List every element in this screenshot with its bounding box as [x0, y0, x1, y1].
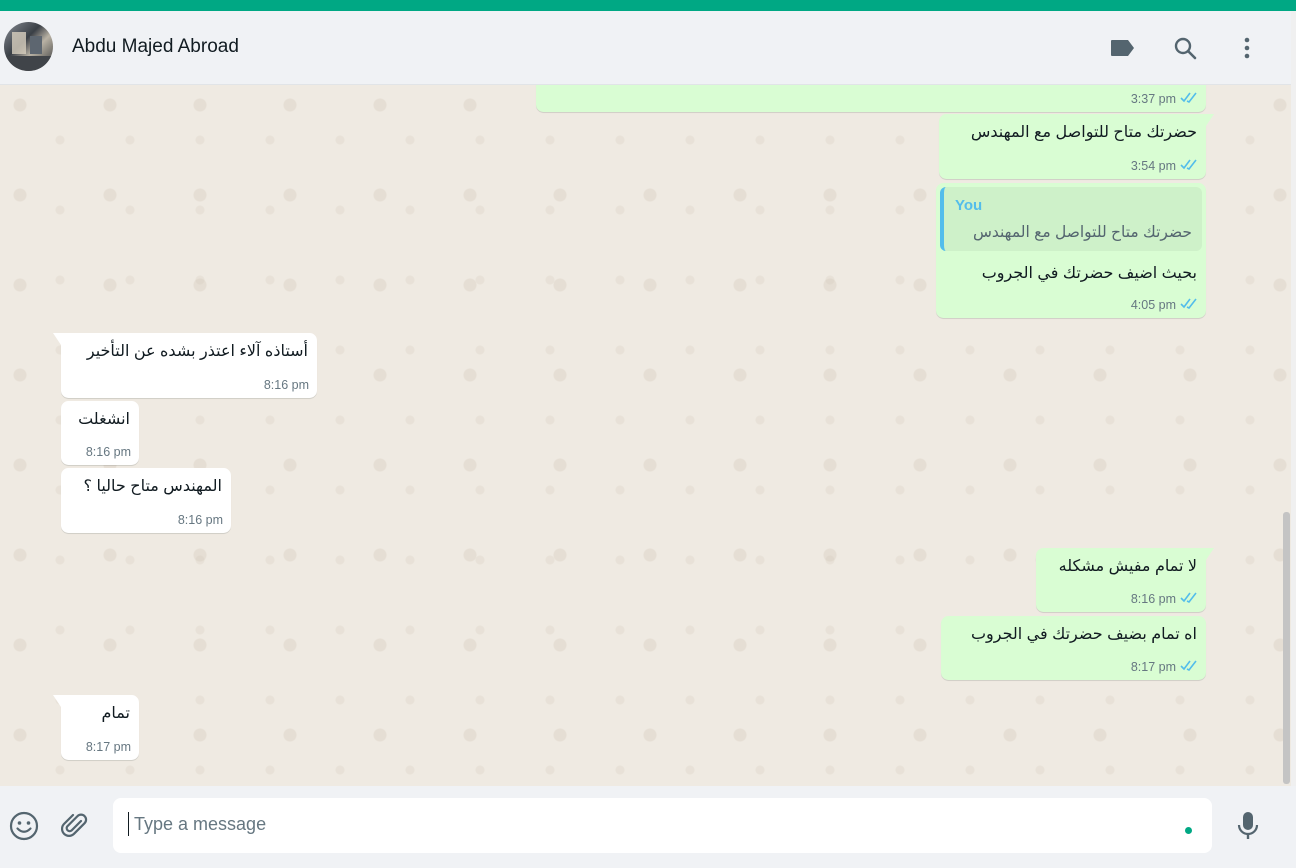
message-meta: 8:16 pm — [1131, 592, 1198, 606]
chat-area[interactable]: 3:37 pm حضرتك متاح للتواصل مع المهندس 3:… — [0, 85, 1291, 786]
message-bubble-outgoing[interactable]: 3:37 pm — [536, 85, 1206, 112]
message-time: 3:37 pm — [1130, 92, 1176, 106]
message-time: 8:16 pm — [177, 513, 223, 527]
contact-name[interactable]: Abdu Majed Abroad — [72, 36, 239, 58]
message-meta: 8:17 pm — [86, 740, 131, 754]
message-bubble-incoming[interactable]: انشغلت 8:16 pm — [61, 401, 139, 465]
message-time: 3:54 pm — [1130, 159, 1176, 173]
message-input-placeholder: Type a message — [134, 814, 267, 834]
message-input[interactable]: Type a message — [113, 798, 1212, 853]
label-icon[interactable] — [1108, 33, 1138, 63]
emoji-icon[interactable] — [7, 809, 41, 843]
double-check-icon — [1180, 92, 1198, 106]
quote-text: حضرتك متاح للتواصل مع المهندس — [972, 224, 1192, 241]
avatar[interactable] — [4, 22, 53, 71]
double-check-icon — [1180, 159, 1198, 173]
chat-scrollbar-track[interactable] — [1291, 11, 1296, 786]
double-check-icon — [1180, 592, 1198, 606]
quoted-message[interactable]: You حضرتك متاح للتواصل مع المهندس — [940, 187, 1202, 251]
message-bubble-outgoing[interactable]: You حضرتك متاح للتواصل مع المهندس بحيث ا… — [936, 183, 1206, 318]
attach-icon[interactable] — [58, 809, 92, 843]
message-bubble-incoming[interactable]: أستاذه آلاء اعتذر بشده عن التأخير 8:16 p… — [53, 333, 317, 398]
message-meta: 3:37 pm — [1131, 92, 1198, 106]
message-time: 8:16 pm — [263, 378, 309, 392]
composer-bar: Type a message — [0, 786, 1296, 868]
message-text: انشغلت — [78, 411, 130, 428]
message-time: 4:05 pm — [1130, 298, 1176, 312]
message-meta: 8:16 pm — [86, 445, 131, 459]
message-text: بحيث اضيف حضرتك في الجروب — [981, 265, 1197, 282]
message-time: 8:17 pm — [1130, 660, 1176, 674]
menu-icon[interactable] — [1232, 33, 1262, 63]
message-text: أستاذه آلاء اعتذر بشده عن التأخير — [86, 343, 308, 360]
input-status-dot — [1185, 827, 1192, 834]
double-check-icon — [1180, 298, 1198, 312]
message-text: لا تمام مفيش مشكله — [1058, 558, 1197, 575]
double-check-icon — [1180, 660, 1198, 674]
search-icon[interactable] — [1170, 33, 1200, 63]
text-caret — [128, 812, 129, 836]
message-bubble-outgoing[interactable]: حضرتك متاح للتواصل مع المهندس 3:54 pm — [939, 114, 1214, 179]
message-meta: 3:54 pm — [1131, 159, 1198, 173]
message-time: 8:17 pm — [85, 740, 131, 754]
message-meta: 8:17 pm — [1131, 660, 1198, 674]
message-meta: 8:16 pm — [178, 513, 223, 527]
message-bubble-incoming[interactable]: تمام 8:17 pm — [53, 695, 139, 760]
message-text: تمام — [101, 705, 130, 722]
message-bubble-incoming[interactable]: المهندس متاح حاليا ؟ 8:16 pm — [61, 468, 231, 533]
app-top-strip — [0, 0, 1296, 11]
chat-header: Abdu Majed Abroad — [0, 11, 1291, 85]
quote-author: You — [955, 197, 983, 214]
mic-icon[interactable] — [1231, 809, 1265, 843]
message-time: 8:16 pm — [1130, 592, 1176, 606]
message-bubble-outgoing[interactable]: لا تمام مفيش مشكله 8:16 pm — [1036, 548, 1214, 612]
message-bubble-outgoing[interactable]: اه تمام بضيف حضرتك في الجروب 8:17 pm — [941, 616, 1206, 680]
chat-scrollbar-thumb[interactable] — [1283, 512, 1290, 784]
message-text: اه تمام بضيف حضرتك في الجروب — [970, 626, 1197, 643]
message-meta: 8:16 pm — [264, 378, 309, 392]
message-text: المهندس متاح حاليا ؟ — [83, 478, 222, 495]
message-meta: 4:05 pm — [1131, 298, 1198, 312]
message-time: 8:16 pm — [85, 445, 131, 459]
message-text: حضرتك متاح للتواصل مع المهندس — [970, 124, 1197, 141]
